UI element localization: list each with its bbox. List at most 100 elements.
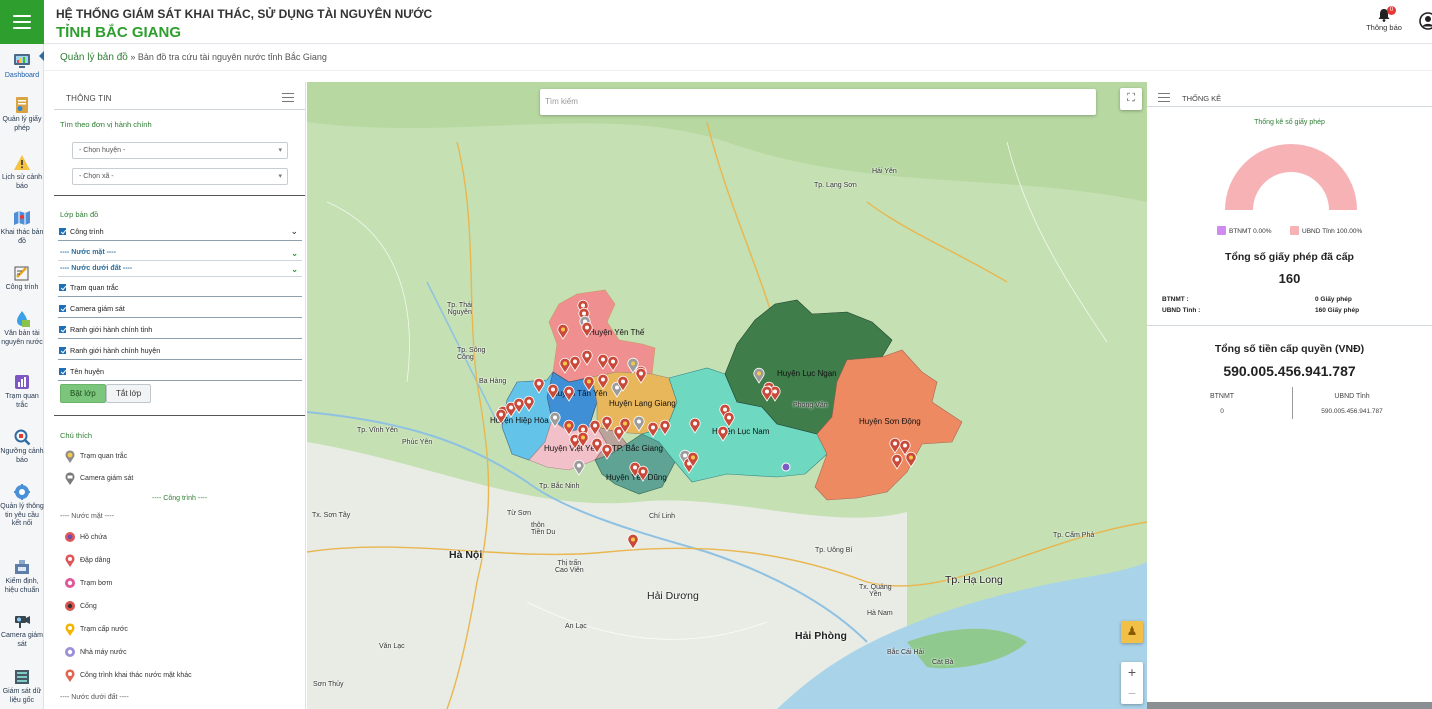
works-marker[interactable] [597, 353, 609, 370]
works-marker[interactable] [589, 419, 601, 436]
zoom-out-button[interactable]: − [1121, 683, 1143, 704]
fullscreen-button[interactable]: ⛶ [1120, 88, 1142, 110]
works-marker[interactable] [523, 395, 535, 412]
calibration-icon [15, 560, 29, 574]
works-marker[interactable] [761, 385, 773, 402]
breadcrumb-root-link[interactable]: Quản lý bản đồ [60, 52, 128, 63]
btnmt-value: 0 Giấy phép [1315, 296, 1352, 303]
works-marker[interactable] [723, 411, 735, 428]
legend-text: Nhà máy nước [80, 649, 127, 656]
sidebar-item-raw-data[interactable]: Giám sát dữ liệu gốc [0, 668, 44, 705]
works-marker[interactable] [717, 425, 729, 442]
layers-label: Lớp bản đồ [60, 210, 99, 219]
dashboard-icon [14, 54, 30, 68]
menu-toggle-button[interactable] [0, 0, 44, 44]
info-panel-menu-icon[interactable] [282, 93, 294, 102]
divider [54, 109, 305, 110]
works-marker[interactable] [905, 451, 917, 468]
works-marker[interactable] [647, 421, 659, 438]
map-search-input[interactable]: Tìm kiếm [540, 89, 1096, 115]
layers-on-button[interactable]: Bật lớp [60, 384, 106, 403]
works-marker[interactable] [559, 357, 571, 374]
scrollbar-track[interactable] [1147, 702, 1432, 709]
camera-marker-icon [65, 472, 75, 485]
layer-groundwater-toggle[interactable]: ---- Nước dưới đất ---- ⌄ [58, 265, 302, 277]
layer-station-checkbox[interactable]: Trạm quan trắc [58, 282, 302, 297]
breadcrumb-current: Bản đồ tra cứu tài nguyên nước tỉnh Bắc … [137, 52, 327, 62]
layer-district-boundary-label: Ranh giới hành chính huyện [70, 346, 161, 355]
sidebar-item-stations[interactable]: Trạm quan trắc [0, 373, 44, 410]
works-marker[interactable] [627, 533, 639, 550]
water-supply-marker-icon [65, 623, 75, 636]
layer-camera-checkbox[interactable]: Camera giám sát [58, 303, 302, 318]
works-marker[interactable] [633, 415, 645, 432]
notification-button[interactable]: 0 Thông báo [1362, 6, 1406, 32]
works-marker[interactable] [607, 355, 619, 372]
works-marker[interactable] [533, 377, 545, 394]
camera-icon [15, 616, 30, 628]
works-marker[interactable] [635, 367, 647, 384]
checkbox-checked [59, 326, 66, 333]
works-marker[interactable] [581, 349, 593, 366]
ubnd-value: 160 Giấy phép [1315, 307, 1360, 314]
works-marker[interactable] [573, 459, 585, 476]
works-marker[interactable] [563, 385, 575, 402]
legend-text: Cống [80, 603, 97, 610]
layer-station-label: Trạm quan trắc [70, 283, 119, 292]
layers-off-button[interactable]: Tắt lớp [106, 384, 152, 403]
layer-works-checkbox[interactable]: Công trình ⌄ [58, 226, 302, 241]
sidebar-item-camera[interactable]: Camera giám sát [0, 612, 44, 649]
sidebar-item-construction[interactable]: Công trình [0, 264, 44, 293]
works-marker[interactable] [557, 323, 569, 340]
works-marker[interactable] [569, 355, 581, 372]
works-marker[interactable] [547, 383, 559, 400]
sidebar-item-connection[interactable]: Quản lý thông tin yêu cầu kết nối [0, 483, 44, 529]
works-marker[interactable] [637, 465, 649, 482]
works-marker[interactable] [601, 443, 613, 460]
fee-ubnd-value: 590.005.456.941.787 [1321, 408, 1383, 415]
sidebar-item-label: Trạm quan trắc [5, 393, 39, 409]
works-marker[interactable] [591, 437, 603, 454]
works-marker[interactable] [891, 453, 903, 470]
info-panel-title: THÔNG TIN [66, 94, 112, 103]
legend-text: Trạm quan trắc [80, 453, 128, 460]
works-marker[interactable] [549, 411, 561, 428]
layer-names-checkbox[interactable]: Tên huyện [58, 366, 302, 381]
works-marker[interactable] [495, 408, 507, 425]
map-view[interactable]: Tp. Thái Nguyên Tp. Sông Công Ba Hàng Ph… [307, 82, 1147, 709]
district-select[interactable]: - Chọn huyện - [72, 142, 288, 159]
divider [1292, 387, 1293, 419]
legend-ubnd-text: UBND Tỉnh 100.00% [1302, 228, 1363, 235]
other-surface-marker-icon [65, 669, 75, 682]
sidebar-item-documents[interactable]: Văn bản tài nguyên nước [0, 310, 44, 347]
statistics-menu-icon[interactable] [1158, 93, 1170, 102]
commune-select[interactable]: - Chọn xã - [72, 168, 288, 185]
street-view-pegman-icon[interactable]: ♟ [1121, 621, 1143, 643]
works-marker[interactable] [889, 437, 901, 454]
sidebar-item-license[interactable]: Quản lý giấy phép [0, 96, 44, 133]
works-marker[interactable] [689, 417, 701, 434]
sidebar-item-map[interactable]: Khai thác bản đồ [0, 209, 44, 246]
sidebar-item-threshold[interactable]: Ngưỡng cảnh báo [0, 428, 44, 465]
works-marker[interactable] [601, 415, 613, 432]
works-marker[interactable] [577, 431, 589, 448]
sidebar-item-label: Quản lý giấy phép [2, 116, 42, 132]
zoom-in-button[interactable]: + [1121, 662, 1143, 683]
layer-district-boundary-checkbox[interactable]: Ranh giới hành chính huyện [58, 345, 302, 360]
user-avatar-icon[interactable] [1419, 12, 1432, 30]
sidebar-item-calibration[interactable]: Kiểm định, hiệu chuẩn [0, 558, 44, 595]
collapse-arrow-icon[interactable] [38, 50, 46, 62]
works-marker[interactable] [659, 419, 671, 436]
layer-province-boundary-checkbox[interactable]: Ranh giới hành chính tỉnh [58, 324, 302, 339]
works-marker[interactable] [583, 375, 595, 392]
sidebar-item-warning-history[interactable]: Lịch sử cảnh báo [0, 154, 44, 191]
works-marker[interactable] [753, 367, 765, 384]
sidebar-item-label: Giám sát dữ liệu gốc [2, 688, 42, 704]
notification-label: Thông báo [1366, 23, 1402, 32]
works-marker[interactable] [563, 419, 575, 436]
layer-surface-water-toggle[interactable]: ---- Nước mặt ---- ⌄ [58, 249, 302, 261]
zoom-control: + − [1121, 662, 1143, 704]
divider [1147, 325, 1432, 326]
works-marker[interactable] [597, 373, 609, 390]
works-marker[interactable] [581, 321, 593, 338]
